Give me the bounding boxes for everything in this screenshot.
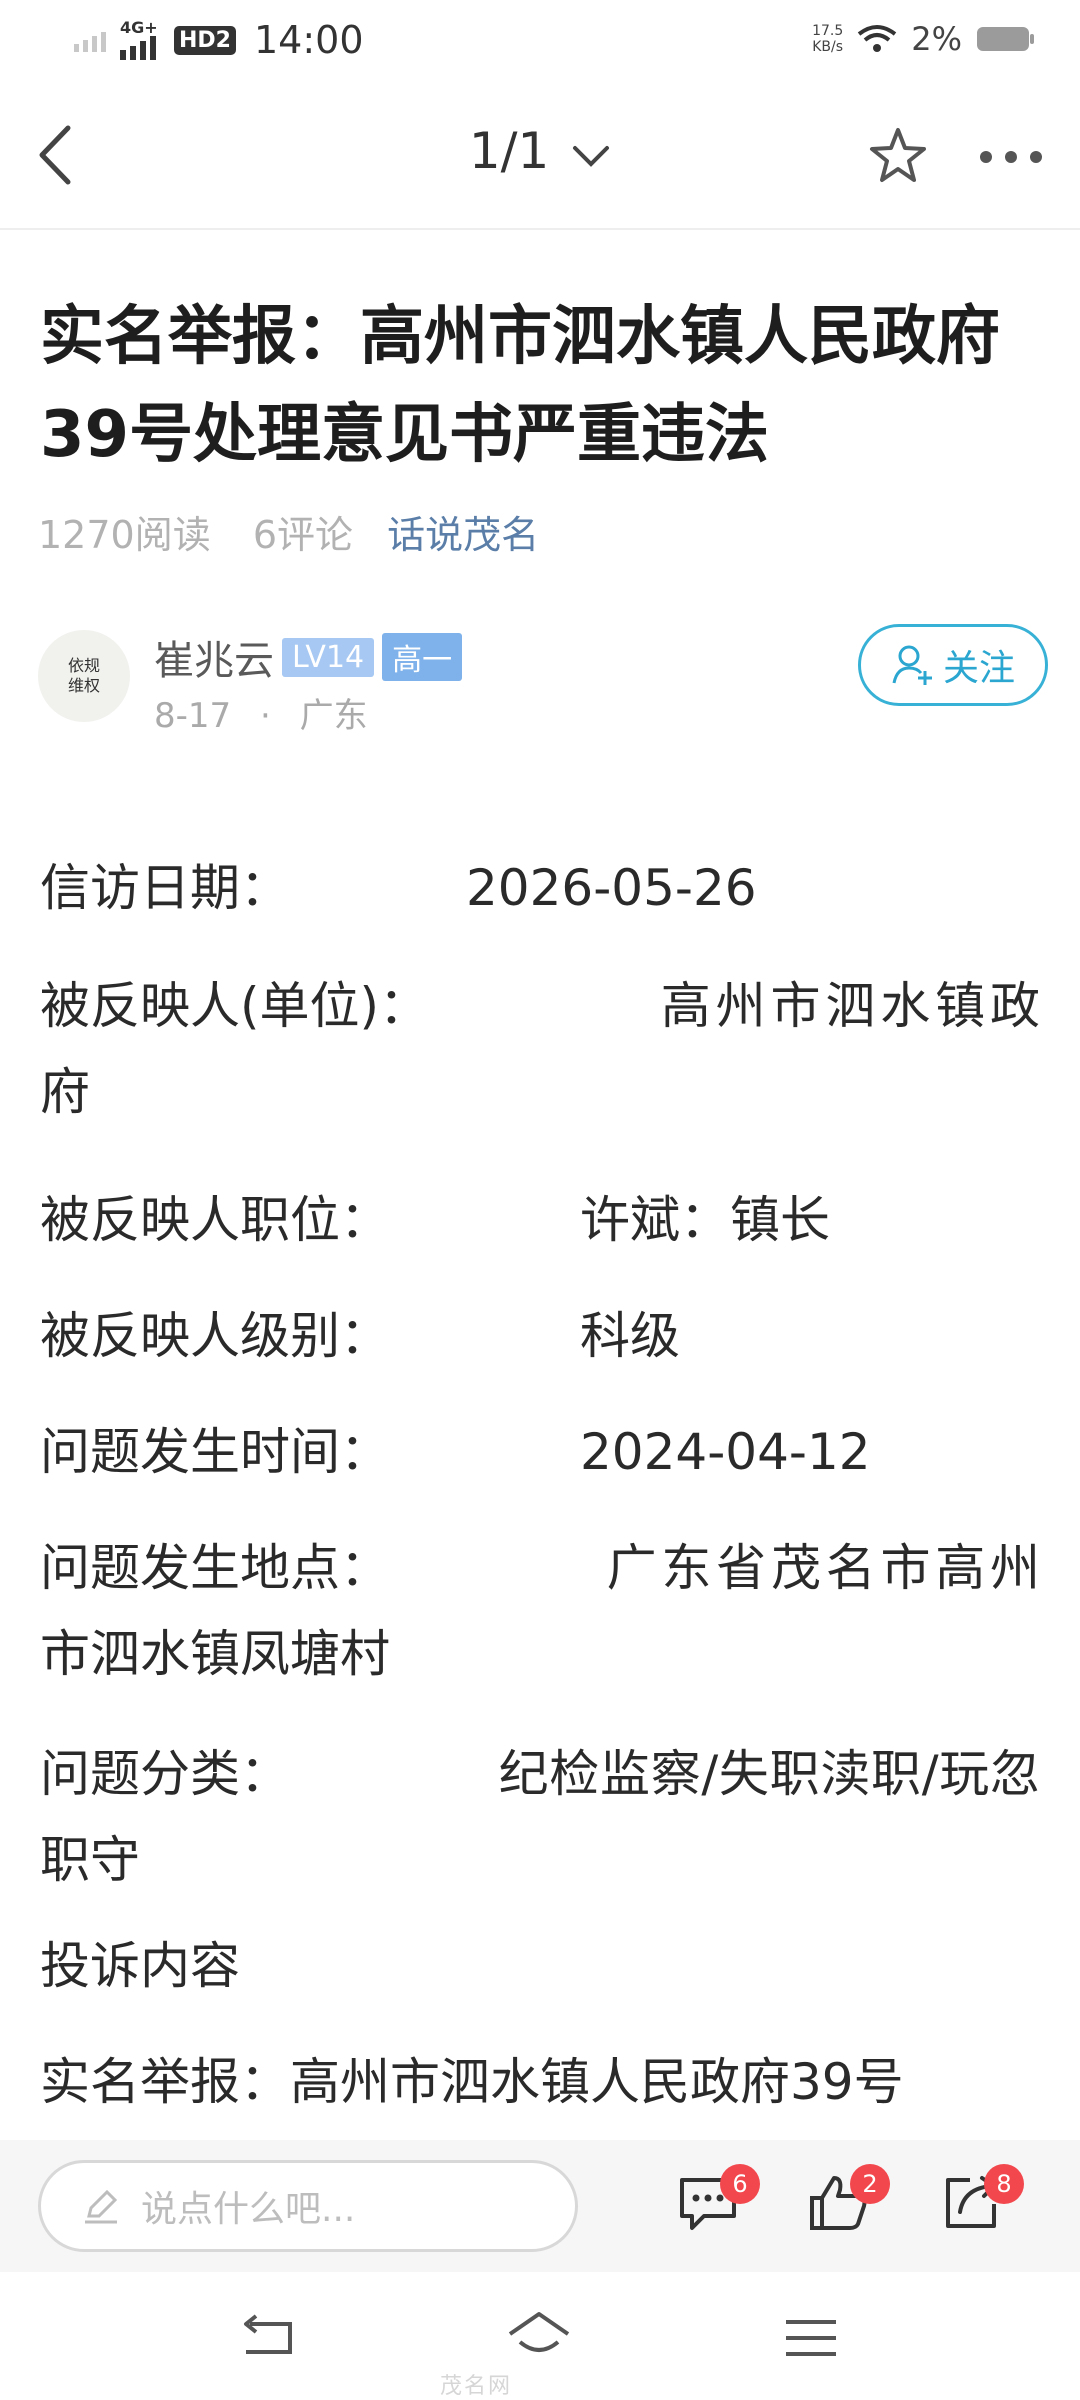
status-bar: 4G+ HD2 14:00 17.5 KB/s 2% bbox=[0, 0, 1080, 84]
author-row: 依规维权 崔兆云 LV14 高一 8-17 · 广东 关注 bbox=[38, 622, 1048, 742]
follow-button[interactable]: 关注 bbox=[858, 624, 1048, 706]
article-content: 信访日期： 2026-05-26 被反映人(单位)： 高州市泗水镇政府 被反映人… bbox=[40, 845, 1040, 2125]
post-date: 8-17 bbox=[154, 696, 232, 736]
comment-count: 6评论 bbox=[252, 513, 353, 557]
clock: 14:00 bbox=[253, 18, 364, 62]
like-button[interactable]: 2 bbox=[806, 2164, 890, 2240]
field-position: 被反映人职位： 许斌：镇长 bbox=[40, 1191, 830, 1249]
article-title: 实名举报：高州市泗水镇人民政府39号处理意见书严重违法 bbox=[40, 300, 1000, 472]
battery-percent: 2% bbox=[911, 20, 962, 58]
nav-menu-icon[interactable] bbox=[778, 2308, 844, 2368]
like-count-badge: 2 bbox=[850, 2164, 890, 2204]
signal-4g-icon: 4G+ bbox=[120, 18, 164, 60]
nav-back-icon[interactable] bbox=[236, 2308, 302, 2368]
share-count-badge: 8 bbox=[984, 2164, 1024, 2204]
comment-input[interactable]: 说点什么吧... bbox=[38, 2160, 578, 2252]
author-date-location: 8-17 · 广东 bbox=[154, 696, 368, 736]
complaint-heading: 投诉内容 bbox=[40, 1937, 240, 1995]
chevron-down-icon bbox=[573, 145, 610, 167]
nav-home-icon[interactable] bbox=[506, 2308, 572, 2368]
category-link[interactable]: 话说茂名 bbox=[387, 513, 539, 557]
article-meta: 1270阅读 6评论 话说茂名 bbox=[38, 504, 539, 559]
grade-badge: 高一 bbox=[382, 633, 463, 681]
wifi-icon bbox=[858, 25, 897, 52]
share-button[interactable]: 8 bbox=[940, 2164, 1024, 2240]
field-rank: 被反映人级别： 科级 bbox=[40, 1307, 680, 1365]
net-speed: 17.5 KB/s bbox=[812, 23, 844, 55]
page-indicator: 1/1 bbox=[468, 122, 550, 180]
read-count: 1270阅读 bbox=[38, 513, 211, 557]
hd-icon: HD2 bbox=[174, 25, 236, 55]
comment-count-badge: 6 bbox=[720, 2164, 760, 2204]
field-time: 问题发生时间： 2024-04-12 bbox=[40, 1423, 871, 1481]
top-bar: 1/1 bbox=[0, 84, 1080, 230]
signal-weak-icon bbox=[74, 32, 106, 52]
watermark: 茂名网 bbox=[440, 2374, 513, 2399]
network-type: 4G+ bbox=[120, 18, 158, 37]
level-badge: LV14 bbox=[282, 637, 375, 677]
add-user-icon bbox=[892, 645, 932, 685]
author-name-line: 崔兆云 LV14 高一 bbox=[154, 628, 463, 686]
complaint-text: 实名举报：高州市泗水镇人民政府39号 bbox=[40, 2053, 904, 2111]
comments-button[interactable]: 6 bbox=[676, 2164, 760, 2240]
field-unit: 被反映人(单位)： 高州市泗水镇政府 bbox=[40, 977, 1040, 1121]
field-place: 问题发生地点： 广东省茂名市高州市泗水镇凤塘村 bbox=[40, 1539, 1040, 1683]
more-options-icon[interactable] bbox=[976, 146, 1046, 168]
pencil-icon bbox=[85, 2189, 118, 2224]
comment-bar: 说点什么吧... 6 2 8 bbox=[0, 2140, 1080, 2272]
system-nav-bar: 茂名网 bbox=[0, 2272, 1080, 2400]
battery-icon bbox=[977, 27, 1034, 51]
field-date: 信访日期： 2026-05-26 bbox=[40, 859, 757, 917]
favorite-star-icon[interactable] bbox=[866, 124, 930, 188]
author-name[interactable]: 崔兆云 bbox=[154, 628, 274, 686]
field-category: 问题分类： 纪检监察/失职渎职/玩忽职守 bbox=[40, 1745, 1040, 1889]
post-location: 广东 bbox=[299, 696, 368, 736]
avatar[interactable]: 依规维权 bbox=[38, 630, 130, 722]
